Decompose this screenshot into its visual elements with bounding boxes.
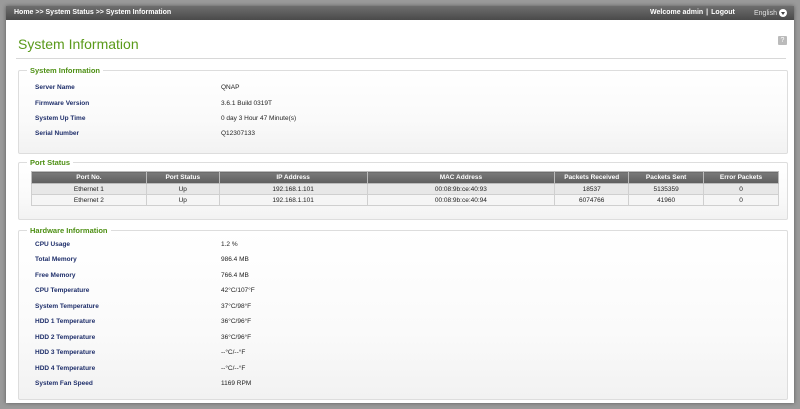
firmware-version-label: Firmware Version <box>35 100 90 107</box>
server-name-value: QNAP <box>221 84 240 91</box>
server-name-label: Server Name <box>35 84 75 91</box>
table-cell: 00:08:9b:ce:40:94 <box>366 194 556 206</box>
column-header: IP Address <box>218 171 368 184</box>
table-cell: 6074766 <box>554 194 630 206</box>
column-header: Packets Received <box>554 171 630 184</box>
port-status-table: Port No. Port Status IP Address MAC Addr… <box>31 171 779 206</box>
cpu-usage-value: 1.2 % <box>221 241 238 248</box>
language-select[interactable]: English <box>754 9 787 17</box>
table-cell: Ethernet 2 <box>31 194 147 206</box>
table-cell: 41960 <box>628 194 705 206</box>
system-uptime-label: System Up Time <box>35 115 86 122</box>
hardware-info-section: Hardware Information CPU Usage 1.2 % Tot… <box>18 226 788 400</box>
column-header: Error Packets <box>703 171 779 184</box>
page-title: System Information <box>18 36 139 52</box>
free-memory-value: 766.4 MB <box>221 272 249 279</box>
logout-link[interactable]: Logout <box>711 9 735 16</box>
table-cell: Up <box>145 183 220 195</box>
total-memory-label: Total Memory <box>35 256 77 263</box>
hdd4-temperature-label: HDD 4 Temperature <box>35 365 96 372</box>
column-header: Packets Sent <box>628 171 705 184</box>
table-row: Ethernet 2 Up 192.168.1.101 00:08:9b:ce:… <box>31 194 779 206</box>
table-cell: 18537 <box>554 183 630 195</box>
column-header: Port No. <box>31 171 147 184</box>
hdd1-temperature-value: 36°C/96°F <box>221 318 252 325</box>
section-legend: Hardware Information <box>27 226 111 235</box>
table-row: Ethernet 1 Up 192.168.1.101 00:08:9b:ce:… <box>31 183 779 195</box>
cpu-usage-label: CPU Usage <box>35 241 71 248</box>
hdd1-temperature-label: HDD 1 Temperature <box>35 318 96 325</box>
serial-number-value: Q12307133 <box>221 130 255 137</box>
hdd2-temperature-value: 36°C/96°F <box>221 334 252 341</box>
table-cell: 0 <box>703 194 779 206</box>
breadcrumb[interactable]: Home >> System Status >> System Informat… <box>14 9 171 16</box>
app-frame: Home >> System Status >> System Informat… <box>6 6 794 403</box>
total-memory-value: 986.4 MB <box>221 256 249 263</box>
hdd3-temperature-label: HDD 3 Temperature <box>35 349 96 356</box>
section-legend: Port Status <box>27 158 74 167</box>
cpu-temperature-label: CPU Temperature <box>35 287 90 294</box>
system-temperature-label: System Temperature <box>35 303 99 310</box>
free-memory-label: Free Memory <box>35 272 76 279</box>
system-temperature-value: 37°C/98°F <box>221 303 252 310</box>
table-header-row: Port No. Port Status IP Address MAC Addr… <box>31 171 779 184</box>
port-status-section: Port Status Port No. Port Status IP Addr… <box>18 158 788 220</box>
chevron-down-icon[interactable] <box>778 9 787 17</box>
separator: | <box>706 9 709 16</box>
title-divider <box>16 58 786 59</box>
hdd2-temperature-label: HDD 2 Temperature <box>35 334 96 341</box>
system-uptime-value: 0 day 3 Hour 47 Minute(s) <box>221 115 297 122</box>
column-header: MAC Address <box>366 171 556 184</box>
welcome-text: Welcome admin <box>650 9 704 16</box>
hdd3-temperature-value: --°C/--°F <box>221 349 246 356</box>
section-legend: System Information <box>27 66 104 75</box>
system-fan-speed-value: 1169 RPM <box>221 380 252 387</box>
table-cell: Ethernet 1 <box>31 183 147 195</box>
table-cell: Up <box>145 194 220 206</box>
table-cell: 5135359 <box>628 183 705 195</box>
table-cell: 192.168.1.101 <box>218 183 368 195</box>
hdd4-temperature-value: --°C/--°F <box>221 365 246 372</box>
column-header: Port Status <box>145 171 220 184</box>
system-info-section: System Information Server Name QNAP Firm… <box>18 66 788 154</box>
cpu-temperature-value: 42°C/107°F <box>221 287 255 294</box>
table-cell: 192.168.1.101 <box>218 194 368 206</box>
firmware-version-value: 3.6.1 Build 0319T <box>221 100 272 107</box>
top-bar: Home >> System Status >> System Informat… <box>6 6 794 20</box>
user-welcome: Welcome admin | Logout <box>650 9 735 16</box>
system-fan-speed-label: System Fan Speed <box>35 380 93 387</box>
language-label: English <box>754 9 777 17</box>
table-cell: 0 <box>703 183 779 195</box>
help-icon[interactable]: ? <box>778 36 787 45</box>
table-cell: 00:08:9b:ce:40:93 <box>366 183 556 195</box>
serial-number-label: Serial Number <box>35 130 80 137</box>
